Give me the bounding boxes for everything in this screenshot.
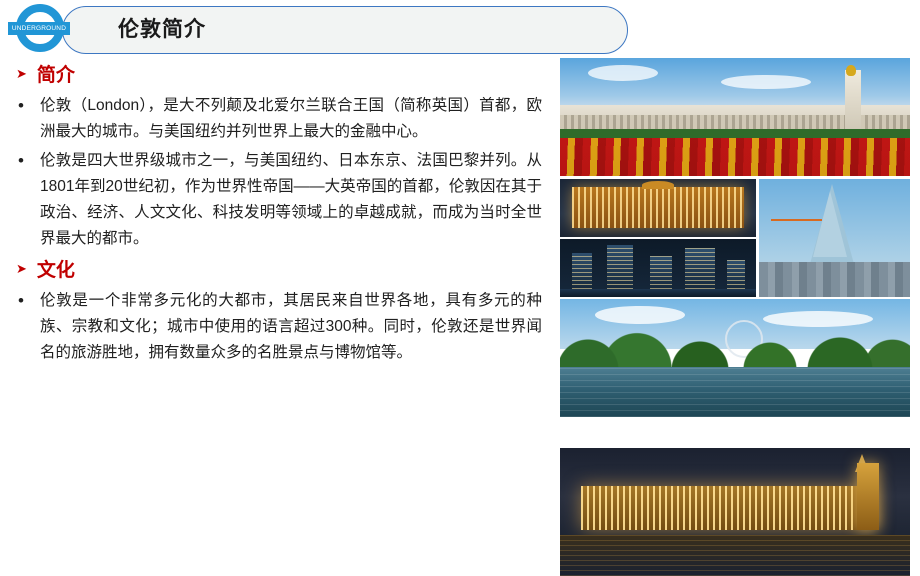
london-underground-logo: UNDERGROUND	[8, 2, 70, 58]
canary-wharf-photo	[560, 239, 756, 297]
city-skyline	[759, 261, 910, 297]
section-culture: ➤ 文化 • 伦敦是一个非常多元化的大都市，其居民来自世界各地，具有多元的种族、…	[0, 255, 560, 366]
cloud	[721, 74, 811, 89]
building-dome	[642, 181, 674, 190]
section-title: 简介	[36, 65, 75, 86]
bullet-marker: •	[18, 151, 24, 170]
arrow-right-icon: ➤	[16, 66, 27, 81]
river-reflection	[560, 535, 910, 576]
bullet-marker: •	[18, 291, 24, 310]
cloud	[588, 65, 658, 82]
harrods-night-photo	[560, 179, 756, 237]
arrow-right-icon: ➤	[16, 261, 27, 276]
page-title: 伦敦简介	[118, 18, 206, 41]
section-intro: ➤ 简介 • 伦敦（London），是大不列颠及北爱尔兰联合王国（简称英国）首都…	[0, 60, 560, 252]
tower	[685, 248, 716, 289]
tower	[726, 259, 745, 289]
section-heading: ➤ 文化	[0, 255, 560, 282]
tower	[571, 252, 592, 289]
content-column: ➤ 简介 • 伦敦（London），是大不列颠及北爱尔兰联合王国（简称英国）首都…	[0, 60, 560, 518]
tower	[607, 244, 634, 289]
logo-label: UNDERGROUND	[11, 25, 67, 32]
the-shard-photo	[759, 179, 910, 297]
list-item: • 伦敦是一个非常多元化的大都市，其居民来自世界各地，具有多元的种族、宗教和文化…	[0, 288, 560, 366]
victoria-memorial	[845, 69, 861, 132]
buckingham-palace-photo	[560, 58, 910, 176]
westminster-night-photo	[560, 448, 910, 576]
tree-line	[560, 322, 910, 370]
tower	[650, 256, 673, 290]
section-title: 文化	[36, 260, 75, 281]
slide: UNDERGROUND 伦敦简介 ➤ 简介 • 伦敦（London），是大不列颠…	[0, 0, 920, 576]
shard-highlight	[813, 190, 848, 257]
hyde-park-lake-photo	[560, 299, 910, 417]
building-lights	[571, 187, 745, 228]
bullet-text: 伦敦是四大世界级城市之一，与美国纽约、日本东京、法国巴黎并列。从1801年到20…	[40, 152, 542, 247]
big-ben-tower	[856, 463, 879, 530]
photo-collage	[560, 58, 910, 576]
gold-statue	[845, 65, 856, 77]
list-item: • 伦敦（London），是大不列颠及北爱尔兰联合王国（简称英国）首都，欧洲最大…	[0, 93, 560, 145]
list-item: • 伦敦是四大世界级城市之一，与美国纽约、日本东京、法国巴黎并列。从1801年到…	[0, 148, 560, 252]
bullet-text: 伦敦是一个非常多元化的大都市，其居民来自世界各地，具有多元的种族、宗教和文化；城…	[40, 292, 542, 361]
bullet-text: 伦敦（London），是大不列颠及北爱尔兰联合王国（简称英国）首都，欧洲最大的城…	[40, 97, 542, 140]
palace-windows	[581, 486, 875, 530]
section-heading: ➤ 简介	[0, 60, 560, 87]
bullet-marker: •	[18, 96, 24, 115]
flower-bed	[560, 138, 910, 176]
water-reflection	[560, 367, 910, 417]
river-water	[560, 288, 756, 297]
construction-crane	[771, 219, 823, 222]
cloud	[595, 306, 685, 325]
